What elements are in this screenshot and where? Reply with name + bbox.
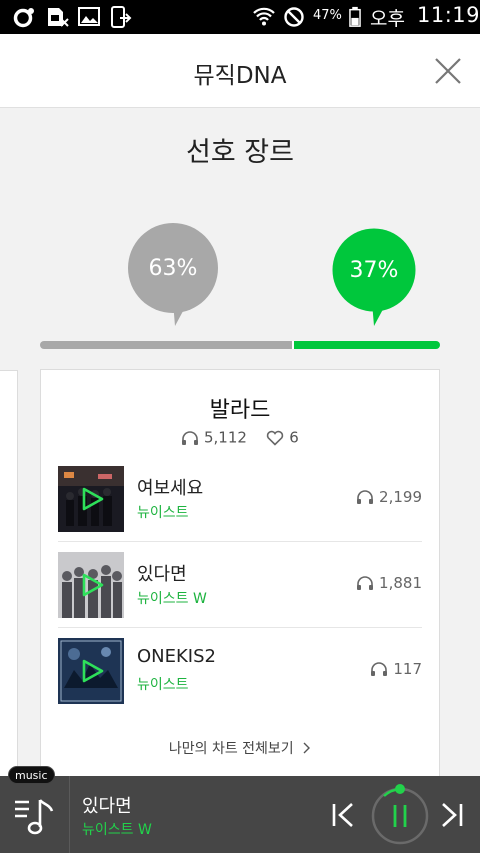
genre-card: 발라드 5,112 6 여보세요 뉴이스트 2,199 있다면 뉴이스트 W 1…	[40, 369, 440, 809]
previous-card-peek[interactable]	[0, 370, 18, 790]
heart-icon	[267, 430, 284, 446]
track-row[interactable]: 여보세요 뉴이스트 2,199	[58, 456, 422, 542]
play-count-value: 2,199	[379, 488, 422, 506]
album-thumbnail[interactable]	[58, 466, 124, 532]
track-play-count: 2,199	[356, 488, 422, 506]
battery-icon	[349, 6, 361, 27]
pause-button[interactable]	[364, 778, 436, 850]
track-artist: 뉴이스트 W	[137, 591, 207, 607]
album-thumbnail[interactable]	[58, 638, 124, 704]
playlist-button[interactable]	[0, 776, 70, 853]
track-row[interactable]: 있다면 뉴이스트 W 1,881	[58, 542, 422, 628]
gallery-icon	[78, 7, 100, 26]
listen-count: 5,112	[203, 428, 247, 447]
headphones-icon	[357, 576, 374, 590]
mini-player[interactable]: 있다면 뉴이스트 W	[0, 776, 480, 853]
chevron-right-icon	[303, 742, 311, 754]
track-play-count: 117	[370, 660, 422, 678]
previous-track-icon[interactable]	[331, 802, 355, 828]
next-track-icon[interactable]	[440, 802, 464, 828]
headphones-icon	[357, 490, 374, 504]
music-badge: music	[8, 766, 55, 784]
genre-bubble-left: 63%	[127, 222, 219, 328]
track-row[interactable]: ONEKIS2 뉴이스트 117	[58, 628, 422, 714]
like-count: 6	[289, 428, 299, 447]
headphones-icon	[182, 430, 199, 445]
status-clock: 11:19	[417, 3, 480, 27]
battery-percent: 47%	[313, 8, 342, 23]
status-bar: 47% 오후 11:19	[0, 0, 480, 34]
view-full-chart-label: 나만의 차트 전체보기	[168, 741, 294, 757]
headphones-icon	[371, 662, 388, 676]
play-count-value: 117	[393, 660, 422, 678]
track-artist: 뉴이스트	[137, 505, 189, 521]
view-full-chart-link[interactable]: 나만의 차트 전체보기	[41, 738, 439, 758]
genre-name: 발라드	[209, 398, 271, 423]
playlist-music-icon	[15, 799, 54, 835]
now-playing-artist: 뉴이스트 W	[82, 822, 152, 838]
genre-stats: 5,112 6	[41, 428, 439, 447]
track-title: ONEKIS2	[137, 646, 216, 667]
sim-blocked-icon	[48, 8, 69, 27]
play-count-value: 1,881	[379, 574, 422, 592]
app-header: 뮤직DNA	[0, 34, 480, 108]
genre-percent-right: 37%	[349, 258, 399, 283]
now-playing-title: 있다면	[82, 796, 132, 817]
genre-percent-left: 63%	[148, 256, 198, 281]
track-title: 여보세요	[137, 478, 204, 499]
status-ampm: 오후	[370, 8, 405, 30]
close-icon[interactable]	[432, 55, 464, 87]
track-artist: 뉴이스트	[137, 677, 189, 693]
no-sound-icon	[284, 7, 304, 27]
section-title: 선호 장르	[186, 137, 294, 168]
notification-o-icon	[13, 8, 34, 28]
phone-transfer-icon	[111, 6, 132, 28]
page-title: 뮤직DNA	[193, 63, 287, 89]
ratio-segment-left	[40, 341, 292, 349]
track-title: 있다면	[137, 564, 187, 585]
genre-ratio-bar	[40, 341, 440, 349]
wifi-icon	[253, 7, 275, 26]
track-play-count: 1,881	[356, 574, 422, 592]
ratio-segment-right	[292, 341, 440, 349]
album-thumbnail[interactable]	[58, 552, 124, 618]
genre-bubble-right: 37%	[332, 228, 416, 326]
